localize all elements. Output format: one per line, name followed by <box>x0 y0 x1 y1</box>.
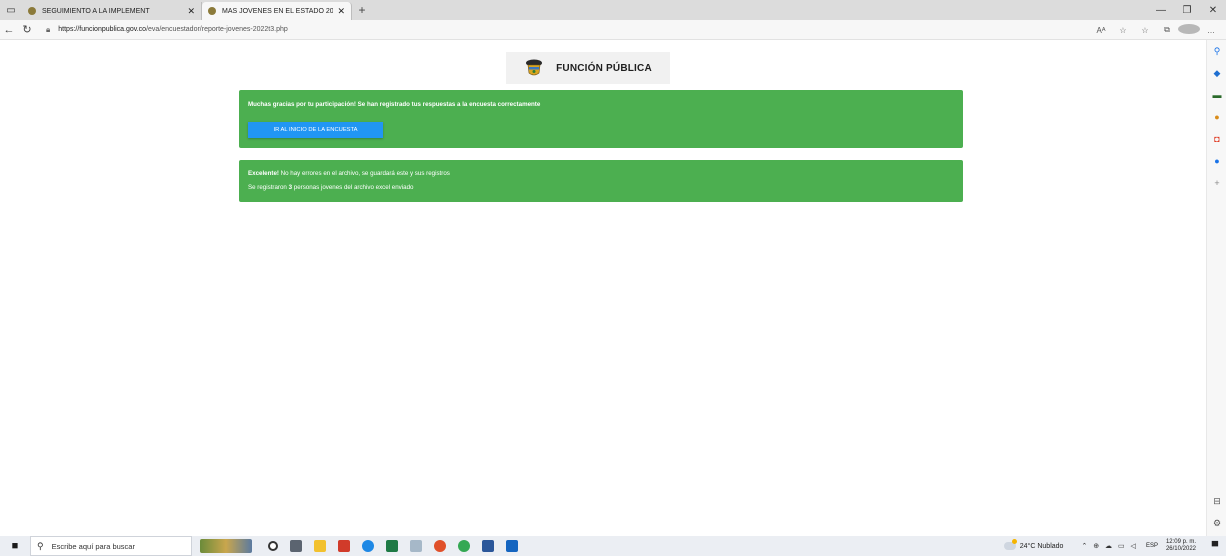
app-gray-icon[interactable] <box>410 540 422 552</box>
photos-icon[interactable] <box>506 540 518 552</box>
profile-avatar[interactable] <box>1178 24 1200 36</box>
registered-count-line: Se registraron 3 personas jovenes del ar… <box>248 184 413 191</box>
clock-date: 26/10/2022 <box>1165 546 1196 552</box>
notifications-icon[interactable]: ▀ <box>1204 541 1226 551</box>
browser-address-bar: ← ↻ 🔒︎ https://funcionpublica.gov.co /ev… <box>0 20 1226 40</box>
windows-start-icon[interactable]: ■ <box>0 540 30 552</box>
people-icon[interactable]: ● <box>1212 112 1222 122</box>
page-content: FUNCIÓN PÚBLICA Muchas gracias por tu pa… <box>0 40 1206 536</box>
tab-actions-icon[interactable]: ▭ <box>0 0 22 20</box>
restore-button[interactable]: ❐ <box>1174 5 1200 16</box>
window-controls: — ❐ ✕ <box>1148 0 1226 20</box>
collections-icon[interactable]: ⧉ <box>1156 25 1178 35</box>
read-aloud-icon[interactable]: Aᴬ <box>1090 26 1112 35</box>
favorites-icon[interactable]: ☆ <box>1134 26 1156 35</box>
chrome-icon[interactable] <box>458 540 470 552</box>
split-screen-icon[interactable]: ⊟ <box>1212 496 1222 506</box>
count-prefix: Se registraron <box>248 184 289 191</box>
brand-name: FUNCIÓN PÚBLICA <box>556 62 652 74</box>
tab-title: MÁS JÓVENES EN EL ESTADO 20 <box>222 7 334 15</box>
header-logo-bar: FUNCIÓN PÚBLICA <box>506 52 670 84</box>
app-red-icon[interactable] <box>338 540 350 552</box>
shopping-tag-icon[interactable]: ◆ <box>1212 68 1222 78</box>
go-to-survey-start-button[interactable]: IR AL INICIO DE LA ENCUESTA <box>248 122 383 138</box>
tab-title: SEGUIMIENTO A LA IMPLEMENT <box>42 7 150 15</box>
file-status-line: Excelente! No hay errores en el archivo,… <box>248 170 450 177</box>
outlook-icon[interactable]: ● <box>1212 156 1222 166</box>
settings-gear-icon[interactable]: ⚙ <box>1212 518 1222 528</box>
browser-tab-strip: ▭ SEGUIMIENTO A LA IMPLEMENT ✕ MÁS JÓVEN… <box>0 0 1226 20</box>
office-icon[interactable]: ◘ <box>1212 134 1222 144</box>
url-host: https://funcionpublica.gov.co <box>58 26 147 33</box>
tray-icons[interactable]: ⌃ ⊕ ☁ ▭ ◁ <box>1081 542 1138 550</box>
upload-result-alert: Excelente! No hay errores en el archivo,… <box>239 160 963 202</box>
coat-of-arms-icon <box>526 59 543 76</box>
search-placeholder: Escribe aquí para buscar <box>51 541 135 551</box>
site-favicon-icon <box>208 7 216 15</box>
status-strong: Excelente! <box>248 170 279 177</box>
browser-sidebar: ⚲ ◆ ▬ ● ◘ ● + ⊟ ⚙ <box>1206 40 1226 536</box>
weather-text: 24°C Nublado <box>1019 542 1064 550</box>
back-icon[interactable]: ← <box>0 24 18 36</box>
tab-close-icon[interactable]: ✕ <box>187 6 195 17</box>
minimize-button[interactable]: — <box>1148 5 1174 16</box>
favorite-add-icon[interactable]: ☆ <box>1112 26 1134 35</box>
windows-taskbar: ■ ⚲ Escribe aquí para buscar 24°C Nublad… <box>0 536 1226 556</box>
excel-icon[interactable] <box>386 540 398 552</box>
refresh-icon[interactable]: ↻ <box>18 23 36 36</box>
language-indicator[interactable]: ESP <box>1146 543 1158 549</box>
task-view-icon[interactable] <box>290 540 302 552</box>
taskbar-search-box[interactable]: ⚲ Escribe aquí para buscar <box>30 536 192 556</box>
browser-toolbar: Aᴬ ☆ ☆ ⧉ … <box>1090 20 1222 40</box>
status-text: No hay errores en el archivo, se guardar… <box>278 170 450 177</box>
search-icon: ⚲ <box>37 540 44 551</box>
success-alert: Muchas gracias por tu participación! Se … <box>239 90 963 148</box>
tab-close-icon[interactable]: ✕ <box>337 6 345 17</box>
lock-icon: 🔒︎ <box>46 24 51 34</box>
system-tray: 24°C Nublado ⌃ ⊕ ☁ ▭ ◁ ESP 12:09 p. m. 2… <box>1003 536 1226 556</box>
url-path: /eva/encuestador/reporte-jovenes-2022t3.… <box>146 26 288 33</box>
close-window-button[interactable]: ✕ <box>1200 5 1226 16</box>
weather-widget[interactable]: 24°C Nublado <box>1003 539 1064 550</box>
search-icon[interactable]: ⚲ <box>1212 46 1222 56</box>
file-explorer-icon[interactable] <box>314 540 326 552</box>
cortana-icon[interactable] <box>268 541 278 551</box>
success-message: Muchas gracias por tu participación! Se … <box>248 101 541 108</box>
add-icon[interactable]: + <box>1212 178 1222 188</box>
taskbar-apps <box>200 539 524 553</box>
news-widget-image[interactable] <box>200 539 252 553</box>
tab-mas-jovenes[interactable]: MÁS JÓVENES EN EL ESTADO 20 ✕ <box>202 2 352 20</box>
tools-icon[interactable]: ▬ <box>1212 90 1222 100</box>
url-field[interactable]: 🔒︎ https://funcionpublica.gov.co /eva/en… <box>46 25 288 35</box>
new-tab-button[interactable]: + <box>352 3 372 17</box>
count-suffix: personas jovenes del archivo excel envia… <box>292 184 414 191</box>
more-menu-icon[interactable]: … <box>1200 26 1222 35</box>
clock[interactable]: 12:09 p. m. 26/10/2022 <box>1166 539 1196 553</box>
app-orange-icon[interactable] <box>434 540 446 552</box>
edge-icon[interactable] <box>362 540 374 552</box>
word-icon[interactable] <box>482 540 494 552</box>
site-favicon-icon <box>28 7 36 15</box>
cloud-icon <box>1003 539 1017 550</box>
clock-time: 12:09 p. m. <box>1165 539 1196 545</box>
tab-seguimiento[interactable]: SEGUIMIENTO A LA IMPLEMENT ✕ <box>22 2 202 20</box>
